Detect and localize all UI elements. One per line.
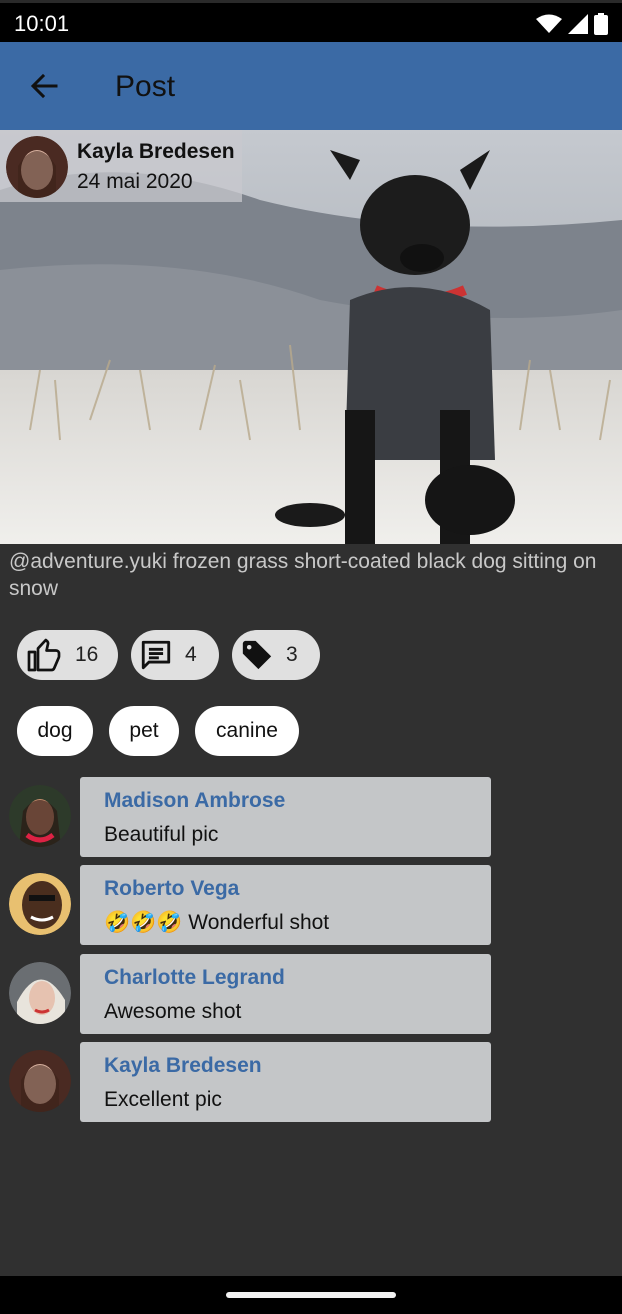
- comment-card: Charlotte Legrand Awesome shot: [80, 954, 491, 1034]
- comment-author[interactable]: Kayla Bredesen: [104, 1054, 262, 1078]
- comment-author[interactable]: Roberto Vega: [104, 877, 239, 901]
- comment-author[interactable]: Madison Ambrose: [104, 789, 285, 813]
- comment-author[interactable]: Charlotte Legrand: [104, 966, 285, 990]
- comment-card: Madison Ambrose Beautiful pic: [80, 777, 491, 857]
- tags-count: 3: [286, 643, 298, 666]
- post-caption: @adventure.yuki frozen grass short-coate…: [9, 550, 597, 600]
- avatar-charlotte-image: [9, 962, 71, 1024]
- comments-chip[interactable]: 4: [131, 630, 219, 680]
- tag-pet[interactable]: pet: [109, 706, 179, 756]
- comment-avatar[interactable]: [9, 873, 71, 935]
- signal-icon: [568, 14, 588, 34]
- battery-icon: [594, 13, 608, 35]
- comment-text: 🤣🤣🤣 Wonderful shot: [104, 911, 330, 934]
- avatar-roberto-image: [9, 873, 71, 935]
- author-badge[interactable]: Kayla Bredesen 24 mai 2020: [0, 130, 242, 202]
- navigation-bar: [0, 1276, 622, 1314]
- author-avatar[interactable]: [6, 136, 68, 198]
- comment-text: Awesome shot: [104, 1000, 242, 1023]
- post-date: 24 mai 2020: [77, 170, 193, 193]
- wifi-icon: [536, 14, 562, 33]
- status-icons: [536, 13, 608, 35]
- comment-avatar[interactable]: [9, 1050, 71, 1112]
- avatar-madison-image: [9, 785, 71, 847]
- comment-avatar[interactable]: [9, 785, 71, 847]
- comment-avatar[interactable]: [9, 962, 71, 1024]
- likes-count: 16: [75, 643, 99, 666]
- tag-dog[interactable]: dog: [17, 706, 93, 756]
- post-photo[interactable]: Kayla Bredesen 24 mai 2020: [0, 130, 622, 544]
- comment-text: Beautiful pic: [104, 823, 219, 846]
- likes-chip[interactable]: 16: [17, 630, 118, 680]
- avatar-kayla-image: [9, 1050, 71, 1112]
- back-button[interactable]: [22, 64, 66, 108]
- app-bar: Post: [0, 42, 622, 130]
- tag-icon: [242, 640, 272, 670]
- comment-card: Roberto Vega 🤣🤣🤣 Wonderful shot: [80, 865, 491, 945]
- author-name: Kayla Bredesen: [77, 140, 235, 163]
- comments-count: 4: [185, 643, 197, 666]
- comment-text: Excellent pic: [104, 1088, 222, 1111]
- tag-canine[interactable]: canine: [195, 706, 299, 756]
- comment-card: Kayla Bredesen Excellent pic: [80, 1042, 491, 1122]
- avatar-kayla-image: [6, 136, 68, 198]
- arrow-back-icon: [30, 73, 58, 99]
- status-time: 10:01: [14, 11, 70, 36]
- page-title: Post: [115, 70, 176, 103]
- comment-icon: [141, 640, 171, 670]
- home-gesture-handle[interactable]: [226, 1292, 396, 1298]
- thumb-up-icon: [27, 638, 61, 672]
- status-bar: 10:01: [0, 0, 622, 42]
- tags-chip[interactable]: 3: [232, 630, 320, 680]
